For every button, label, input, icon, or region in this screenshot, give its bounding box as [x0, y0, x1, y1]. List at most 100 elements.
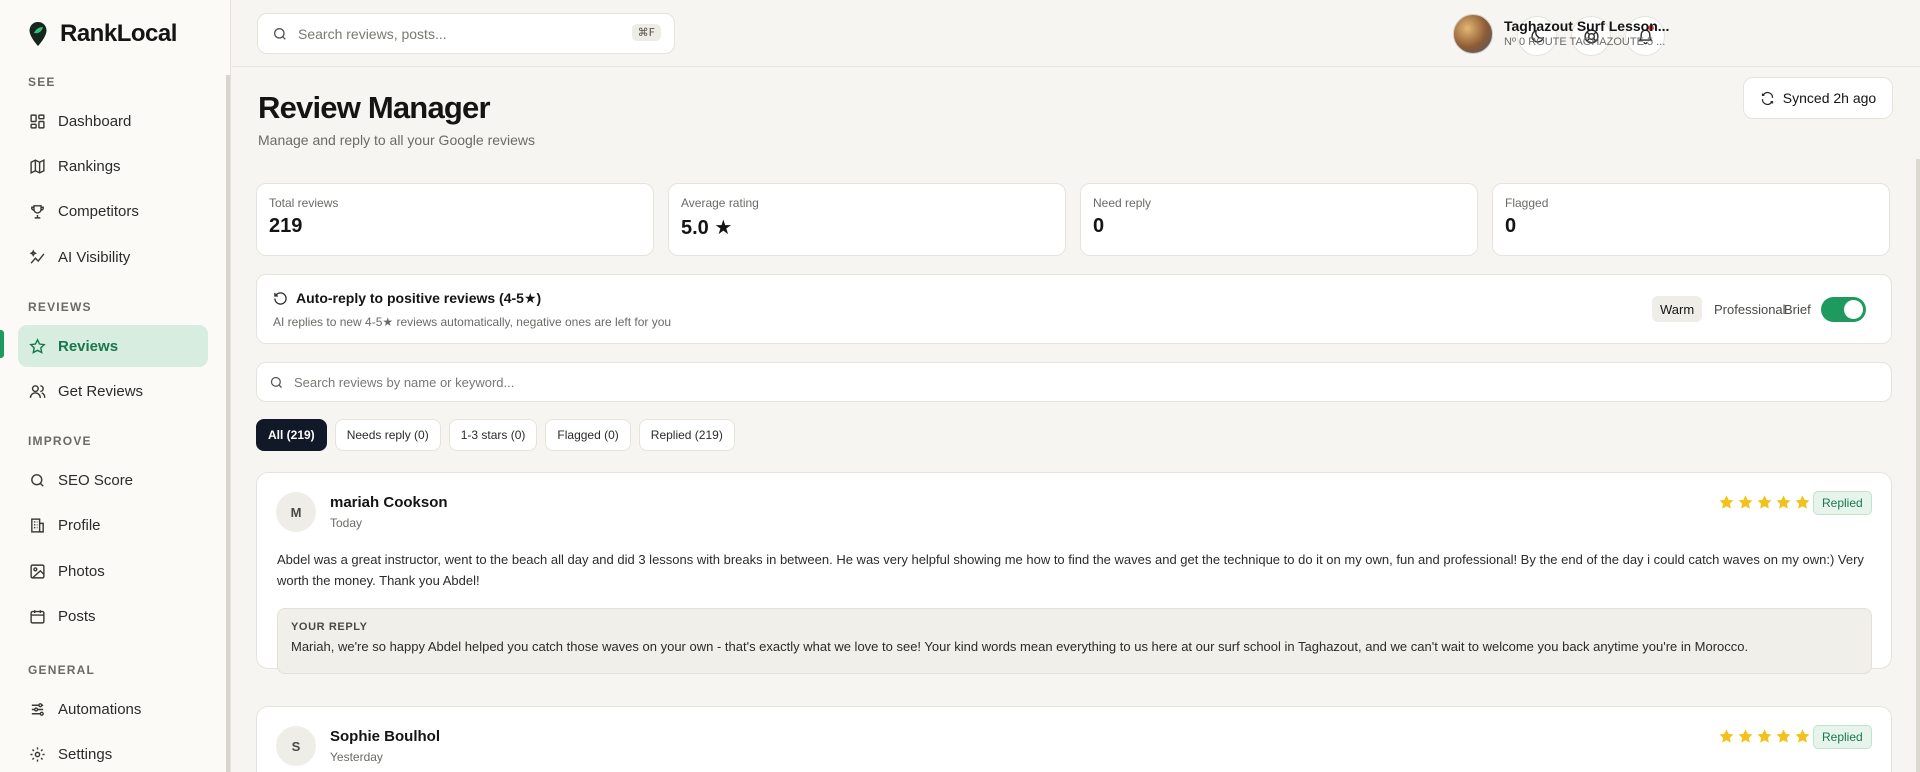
- review-date: Today: [330, 516, 363, 530]
- stat-label: Average rating: [681, 196, 759, 210]
- search-icon: [270, 376, 282, 388]
- auto-reply-title: Auto-reply to positive reviews (4-5★): [273, 290, 541, 307]
- section-title-reviews: REVIEWS: [28, 300, 92, 314]
- star-icon: [1738, 729, 1753, 743]
- search-shortcut-badge: ⌘F: [631, 24, 661, 41]
- account-avatar[interactable]: [1453, 14, 1493, 54]
- topbar: Search reviews, posts... ⌘F Taghazout Su…: [232, 0, 1920, 67]
- sidebar-item-label: AI Visibility: [58, 248, 131, 266]
- map-pin-leaf-icon: [29, 22, 47, 46]
- app-name: RankLocal: [60, 20, 177, 47]
- star-icon: [1738, 495, 1753, 509]
- tone-warm[interactable]: Warm: [1652, 296, 1703, 322]
- dashboard-icon: [30, 113, 45, 129]
- sidebar-item-posts[interactable]: Posts: [18, 595, 208, 637]
- review-text: Abdel was a great instructor, went to th…: [277, 552, 1864, 588]
- reviewer-name: Sophie Boulhol: [330, 728, 440, 745]
- stat-card-average: Average rating 5.0 ★: [668, 183, 1066, 256]
- sliders-icon: [31, 702, 44, 716]
- building-icon: [31, 517, 44, 533]
- stat-label: Flagged: [1505, 196, 1549, 210]
- stat-label: Need reply: [1093, 196, 1152, 210]
- sidebar-item-dashboard[interactable]: Dashboard: [18, 100, 208, 142]
- review-card: M mariah Cookson Today Replied Abdel was…: [256, 472, 1892, 674]
- calendar-icon: [30, 609, 45, 624]
- star-icon: [29, 337, 46, 354]
- star-icon: [1776, 729, 1791, 743]
- search-placeholder: Search reviews, posts...: [298, 25, 447, 42]
- review-search-input[interactable]: Search reviews by name or keyword...: [256, 362, 1892, 402]
- section-title-improve: IMPROVE: [28, 434, 92, 448]
- sidebar-item-label: SEO Score: [58, 471, 134, 489]
- sidebar-item-label: Get Reviews: [58, 382, 144, 400]
- active-indicator: [0, 330, 4, 358]
- stat-card-total: Total reviews 219: [256, 183, 654, 256]
- filter-chip-2[interactable]: 1-3 stars (0): [448, 419, 538, 451]
- star-icon: [1757, 495, 1772, 509]
- reply-text: Mariah, we're so happy Abdel helped you …: [291, 639, 1749, 654]
- sidebar-scrollbar[interactable]: [226, 75, 230, 772]
- sidebar-item-label: Competitors: [58, 202, 139, 220]
- auto-reply-panel: Auto-reply to positive reviews (4-5★) AI…: [256, 274, 1892, 344]
- star-icon: [1776, 495, 1791, 509]
- account-name[interactable]: Taghazout Surf Lesson...: [1504, 18, 1669, 34]
- sidebar-item-photos[interactable]: Photos: [18, 550, 208, 592]
- sparkle-chart-icon: [29, 249, 45, 264]
- search-icon: [274, 27, 286, 40]
- page-title: Review Manager: [258, 90, 491, 125]
- review-search-placeholder: Search reviews by name or keyword...: [294, 374, 515, 390]
- auto-reply-title-text: Auto-reply to positive reviews (4-5★): [296, 290, 542, 306]
- page-subtitle: Manage and reply to all your Google revi…: [258, 132, 536, 148]
- filter-chip-3[interactable]: Flagged (0): [545, 419, 631, 451]
- sidebar-item-label: Rankings: [58, 157, 121, 175]
- trophy-icon: [31, 204, 44, 219]
- tone-brief[interactable]: Brief: [1776, 296, 1819, 322]
- stat-value: 0: [1505, 215, 1517, 237]
- main-scrollbar[interactable]: [1916, 159, 1920, 772]
- sidebar-item-label: Automations: [58, 700, 142, 718]
- map-icon: [30, 158, 45, 174]
- status-badge: Replied: [1813, 725, 1872, 749]
- search-icon: [31, 473, 44, 487]
- filter-chip-4[interactable]: Replied (219): [638, 419, 735, 451]
- sidebar-item-settings[interactable]: Settings: [18, 733, 208, 772]
- users-icon: [29, 384, 46, 398]
- sidebar-item-label: Reviews: [58, 337, 119, 355]
- sidebar-item-label: Profile: [58, 516, 101, 534]
- sidebar-item-automations[interactable]: Automations: [18, 688, 208, 730]
- sync-button[interactable]: Synced 2h ago: [1743, 77, 1893, 119]
- reviewer-avatar: M: [276, 492, 316, 532]
- sidebar-item-profile[interactable]: Profile: [18, 504, 208, 546]
- reviewer-name: mariah Cookson: [330, 494, 448, 511]
- app-logo[interactable]: RankLocal: [28, 20, 177, 48]
- sidebar-item-label: Photos: [58, 562, 105, 580]
- sidebar-item-seo-score[interactable]: SEO Score: [18, 459, 208, 501]
- stat-label: Total reviews: [269, 196, 339, 210]
- sidebar-item-ai-visibility[interactable]: AI Visibility: [18, 236, 208, 278]
- filter-chip-1[interactable]: Needs reply (0): [334, 419, 441, 451]
- stat-card-need-reply: Need reply 0: [1080, 183, 1478, 256]
- account-address: Nº 0 ROUTE TAGHAZOUTE 5 ...: [1504, 36, 1666, 48]
- sync-label: Synced 2h ago: [1782, 90, 1877, 106]
- sidebar-item-reviews[interactable]: Reviews: [18, 325, 208, 367]
- reply-box: YOUR REPLY Mariah, we're so happy Abdel …: [277, 608, 1872, 674]
- section-title-general: GENERAL: [28, 663, 96, 677]
- sidebar-item-rankings[interactable]: Rankings: [18, 145, 208, 187]
- filter-chip-0[interactable]: All (219): [256, 419, 327, 451]
- reply-label: YOUR REPLY: [291, 621, 368, 633]
- star-icon: [1719, 729, 1734, 743]
- auto-reply-subtitle: AI replies to new 4-5★ reviews automatic…: [273, 315, 672, 329]
- star-rating: [1718, 494, 1811, 511]
- stat-value: 0: [1093, 215, 1105, 237]
- review-date: Yesterday: [330, 750, 383, 764]
- review-card: S Sophie Boulhol Yesterday Replied: [256, 706, 1892, 772]
- global-search-input[interactable]: Search reviews, posts... ⌘F: [257, 13, 675, 54]
- section-title-see: SEE: [28, 75, 56, 89]
- sidebar-item-label: Posts: [58, 607, 96, 625]
- star-icon: [1757, 729, 1772, 743]
- auto-reply-toggle[interactable]: [1821, 297, 1866, 322]
- sidebar-item-competitors[interactable]: Competitors: [18, 190, 208, 232]
- stat-card-flagged: Flagged 0: [1492, 183, 1890, 256]
- star-icon: [1795, 495, 1810, 509]
- sidebar-item-get-reviews[interactable]: Get Reviews: [18, 370, 208, 412]
